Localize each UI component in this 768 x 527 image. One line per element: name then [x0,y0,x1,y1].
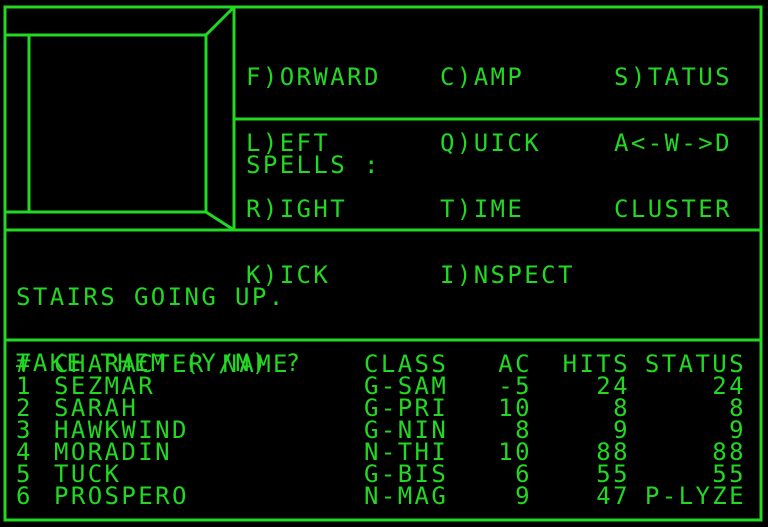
command-column-2: C)AMP Q)UICK T)IME I)NSPECT [440,22,575,330]
game-screen: F)ORWARD L)EFT R)IGHT K)ICK C)AMP Q)UICK… [0,0,768,527]
command-quick[interactable]: Q)UICK [440,131,575,155]
row-name: PROSPERO [54,482,189,510]
spells-label: SPELLS : [246,151,381,179]
row-class: N-MAG [364,482,449,510]
row-ac: 9 [515,482,532,510]
command-strafe[interactable]: A<-W->D [614,131,732,155]
command-time[interactable]: T)IME [440,197,575,221]
command-column-3: S)TATUS A<-W->D CLUSTER [614,22,732,264]
row-status: P-LYZE [644,482,746,510]
row-num: 6 [16,482,33,510]
command-inspect[interactable]: I)NSPECT [440,263,575,287]
row-hits: 47 [596,482,630,510]
maze-view [5,5,236,232]
command-status[interactable]: S)TATUS [614,65,732,89]
command-forward[interactable]: F)ORWARD [246,65,381,89]
command-camp[interactable]: C)AMP [440,65,575,89]
command-right[interactable]: R)IGHT [246,197,381,221]
message-line-1: STAIRS GOING UP. [16,283,286,311]
maze-ceiling-diagonal [204,5,236,37]
maze-floor-diagonal [205,210,235,232]
command-cluster[interactable]: CLUSTER [614,197,732,221]
party-row[interactable]: 6 PROSPERO N-MAG 9 47 P-LYZE [16,482,756,510]
